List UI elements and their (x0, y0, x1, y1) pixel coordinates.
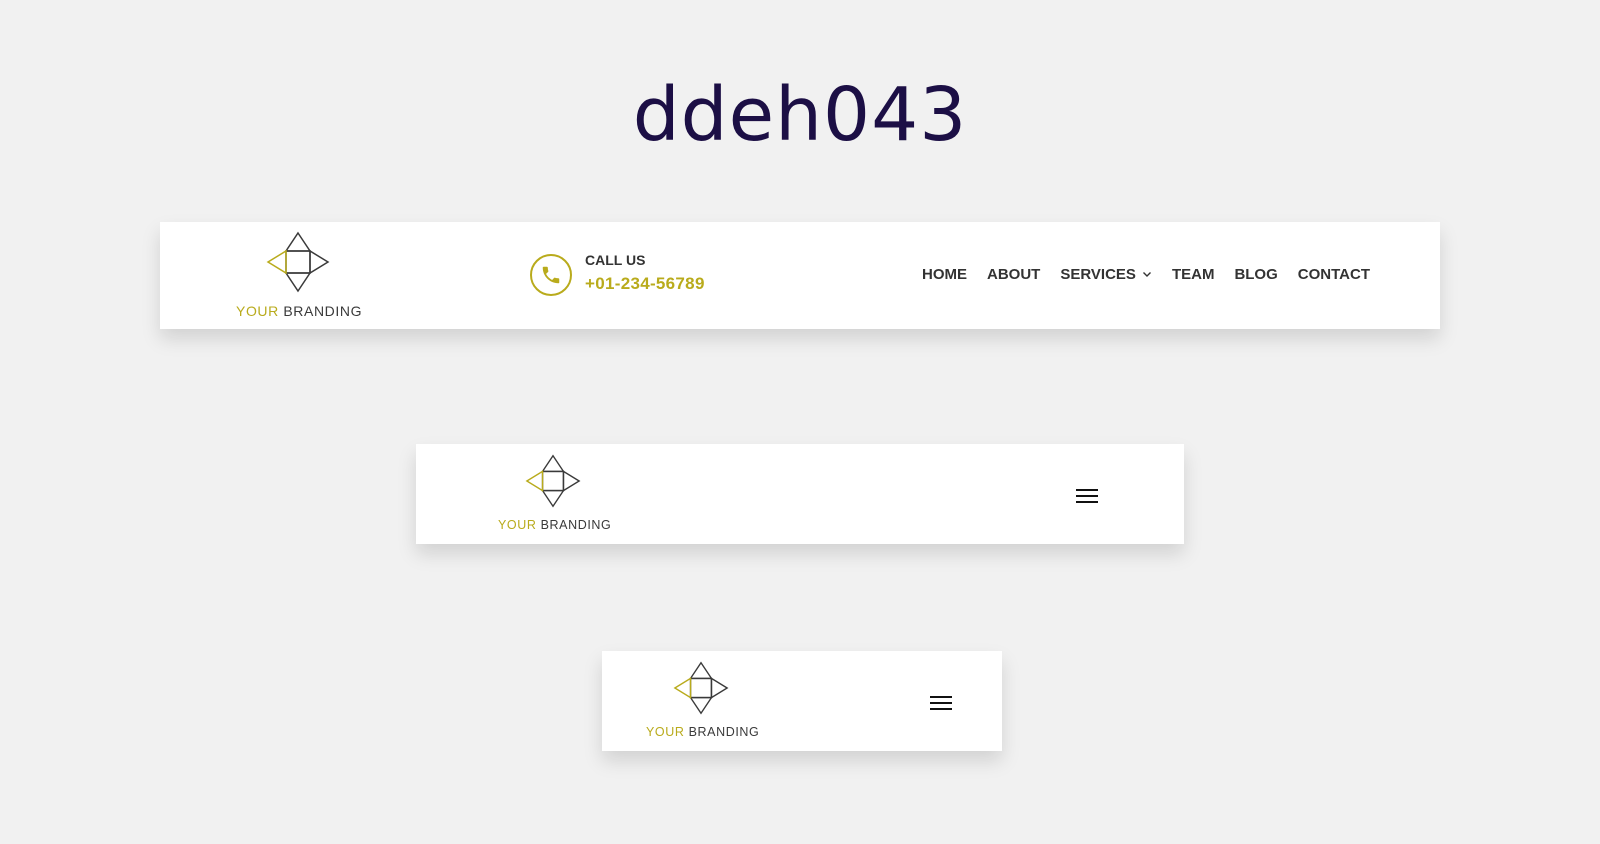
chevron-down-icon (1142, 272, 1151, 277)
call-us-number[interactable]: +01-234-56789 (585, 274, 705, 294)
nav-services-label: SERVICES (1060, 266, 1136, 283)
nav-contact-label: CONTACT (1297, 266, 1370, 283)
header-desktop: YOUR BRANDING CALL US +01-234-56789 HOME… (160, 222, 1440, 329)
nav-blog[interactable]: BLOG (1234, 266, 1277, 283)
brand-logo[interactable]: YOUR BRANDING (236, 231, 363, 321)
page-title: ddeh043 (632, 72, 968, 158)
brand-word-your: YOUR (646, 725, 685, 739)
brand-word-your: YOUR (498, 518, 537, 532)
brand-word-branding: BRANDING (540, 518, 612, 532)
call-us-label: CALL US (585, 252, 646, 268)
brand-logo[interactable]: YOUR BRANDING (498, 454, 611, 536)
header-tablet: YOUR BRANDING (416, 444, 1184, 544)
diamond-arrows-logo-icon (266, 231, 330, 293)
brand-word-branding: BRANDING (283, 303, 363, 319)
brand-word-your: YOUR (236, 303, 279, 319)
phone-icon (530, 254, 572, 296)
nav-home[interactable]: HOME (922, 266, 967, 283)
diamond-arrows-logo-icon (525, 454, 581, 508)
brand-word-branding: BRANDING (688, 725, 760, 739)
nav-services[interactable]: SERVICES (1060, 266, 1152, 283)
brand-wordmark: YOUR BRANDING (498, 518, 611, 532)
main-nav: HOME ABOUT SERVICES TEAM BLOG CONTACT (922, 266, 1370, 283)
diamond-arrows-logo-icon (673, 661, 729, 715)
nav-blog-label: BLOG (1234, 266, 1278, 283)
hamburger-menu-icon[interactable] (930, 696, 952, 712)
nav-home-label: HOME (922, 266, 968, 283)
nav-contact[interactable]: CONTACT (1298, 266, 1370, 283)
page: ddeh043 YOUR BRANDING CALL US +01-234-56… (0, 0, 1600, 844)
brand-wordmark: YOUR BRANDING (236, 303, 363, 319)
brand-wordmark: YOUR BRANDING (646, 725, 759, 739)
brand-logo[interactable]: YOUR BRANDING (646, 661, 759, 743)
nav-team-label: TEAM (1171, 266, 1215, 283)
nav-team[interactable]: TEAM (1172, 266, 1215, 283)
nav-about-label: ABOUT (987, 266, 1041, 283)
hamburger-menu-icon[interactable] (1076, 489, 1098, 505)
nav-about[interactable]: ABOUT (987, 266, 1040, 283)
header-mobile: YOUR BRANDING (602, 651, 1002, 751)
